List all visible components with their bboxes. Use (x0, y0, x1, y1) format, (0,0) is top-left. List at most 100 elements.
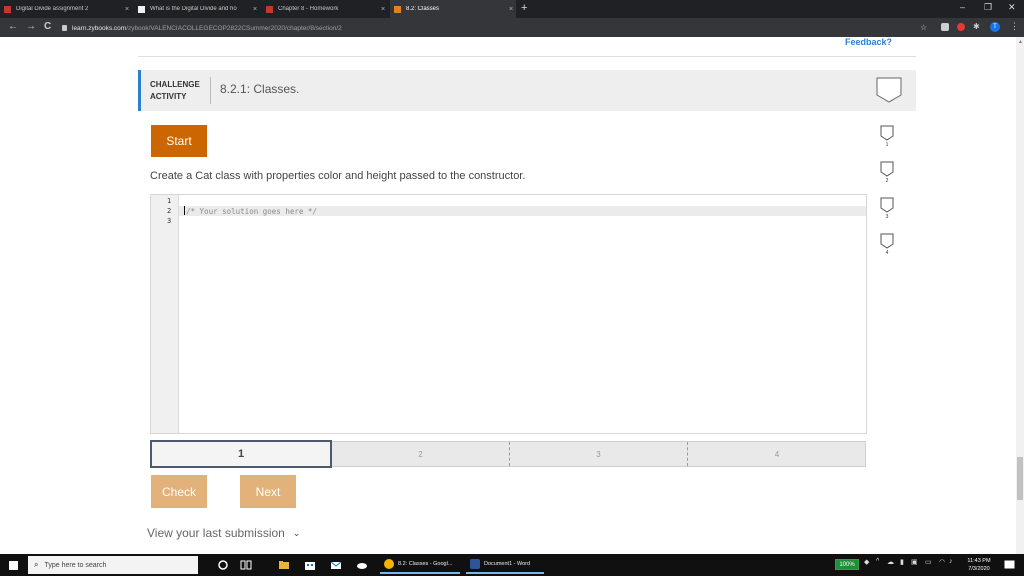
tab-what-is-digital-divide[interactable]: What is the Digital Divide and ho × (134, 0, 260, 18)
cortana-icon[interactable] (217, 559, 229, 571)
battery-icon[interactable]: ▮ (900, 558, 904, 566)
last-submission-label: View your last submission (147, 526, 285, 540)
taskbar-app-label: Document1 - Word (484, 561, 531, 567)
divider (138, 56, 916, 57)
back-button[interactable]: ← (8, 21, 18, 32)
tab-chapter-8-homework[interactable]: Chapter 8 - Homework × (262, 0, 388, 18)
zybooks-favicon-icon (266, 5, 273, 13)
level-progress-bar: 1 2 3 4 (150, 440, 866, 468)
close-tab-icon[interactable]: × (122, 6, 132, 13)
level-badge-icon (880, 125, 894, 141)
level-badge-icon (880, 161, 894, 177)
side-level-number: 4 (885, 250, 889, 256)
side-level-4[interactable]: 4 (877, 232, 897, 262)
tab-digital-divide-assignment[interactable]: Digital Divide assignment 2 × (0, 0, 132, 18)
activity-title: 8.2.1: Classes. (220, 82, 300, 96)
extension-red-icon[interactable] (957, 23, 965, 31)
page-content: Feedback? CHALLENGE ACTIVITY 8.2.1: Clas… (0, 37, 1016, 554)
onedrive-icon[interactable] (356, 559, 368, 571)
forward-button[interactable]: → (26, 21, 36, 32)
code-line[interactable]: /* Your solution goes here */ (186, 207, 317, 216)
windows-start-icon[interactable] (9, 561, 18, 570)
close-window-button[interactable]: ✕ (1008, 2, 1016, 13)
page-scrollbar[interactable]: ▲ (1016, 37, 1024, 554)
wifi-icon[interactable]: ◠ (939, 558, 945, 566)
level-2-segment[interactable]: 2 (332, 442, 510, 466)
url-path: /zybook/VALENCIACOLLEGECOP2822CSummer202… (126, 24, 342, 32)
store-icon[interactable] (304, 559, 316, 571)
task-view-icon[interactable] (240, 559, 252, 571)
side-level-number: 3 (885, 214, 889, 220)
close-tab-icon[interactable]: × (250, 6, 260, 13)
side-level-number: 1 (885, 142, 889, 148)
windows-taskbar: ⌕ Type here to search 8.2: Classes - Goo… (0, 554, 1024, 576)
word-icon (470, 559, 480, 569)
side-level-number: 2 (885, 178, 889, 184)
minimize-button[interactable]: – (960, 2, 965, 12)
tab-title: 8.2: Classes (406, 6, 440, 12)
challenge-prompt: Create a Cat class with properties color… (150, 170, 526, 182)
check-button[interactable]: Check (151, 475, 207, 508)
next-button[interactable]: Next (240, 475, 296, 508)
show-hidden-icons-chevron-icon[interactable]: ^ (876, 558, 879, 565)
side-level-2[interactable]: 2 (877, 160, 897, 190)
completion-badge-icon (876, 77, 902, 103)
display-icon[interactable]: ▣ (911, 558, 918, 566)
search-icon: ⌕ (34, 560, 39, 569)
new-tab-button[interactable]: + (521, 2, 527, 14)
tab-8-2-classes[interactable]: 8.2: Classes × (390, 0, 516, 18)
clock-time: 11:43 PM (967, 558, 991, 564)
chevron-down-icon: ⌄ (292, 527, 301, 538)
side-level-1[interactable]: 1 (877, 124, 897, 154)
accent-bar (138, 70, 141, 111)
code-editor[interactable]: 1 2 3 /* Your solution goes here */ (150, 194, 867, 434)
level-1-segment[interactable]: 1 (150, 440, 332, 468)
line-number: 3 (167, 217, 172, 225)
line-number: 1 (167, 197, 172, 205)
volume-icon[interactable]: ♪ (949, 558, 953, 565)
browser-menu-icon[interactable]: ⋮ (1010, 21, 1019, 32)
clock-date: 7/3/2020 (968, 566, 990, 572)
tab-title: Chapter 8 - Homework (278, 6, 339, 12)
line-number-gutter: 1 2 3 (151, 195, 179, 433)
keyboard-icon[interactable]: ▭ (925, 558, 932, 566)
tray-app-icon[interactable]: ◆ (864, 558, 869, 566)
profile-avatar[interactable]: T (990, 22, 1000, 32)
zybooks-favicon-icon (4, 5, 11, 13)
text-cursor (184, 206, 185, 215)
url-host: learn.zybooks.com (72, 24, 127, 32)
mail-icon[interactable] (330, 559, 342, 571)
scroll-up-icon[interactable]: ▲ (1018, 39, 1023, 45)
restore-button[interactable]: ❐ (984, 2, 992, 13)
level-badge-icon (880, 233, 894, 249)
feedback-link[interactable]: Feedback? (845, 37, 892, 47)
taskbar-search-box[interactable]: ⌕ Type here to search (28, 556, 198, 574)
start-button[interactable]: Start (151, 125, 207, 157)
level-3-segment[interactable]: 3 (510, 442, 688, 466)
scrollbar-thumb[interactable] (1017, 457, 1023, 500)
side-level-3[interactable]: 3 (877, 196, 897, 226)
close-tab-icon[interactable]: × (506, 6, 516, 13)
taskbar-app-chrome[interactable]: 8.2: Classes - Googl... (380, 556, 460, 574)
line-number: 2 (167, 207, 172, 215)
extension-icon[interactable] (941, 23, 949, 31)
view-last-submission-toggle[interactable]: View your last submission ⌄ (147, 526, 300, 540)
extensions-puzzle-icon[interactable]: ✱ (973, 22, 980, 31)
challenge-header: CHALLENGE ACTIVITY 8.2.1: Classes. (138, 70, 916, 111)
browser-toolbar: ← → C learn.zybooks.com /zybook/VALENCIA… (0, 18, 1024, 37)
taskbar-app-word[interactable]: Document1 - Word (466, 556, 544, 574)
address-bar[interactable]: learn.zybooks.com /zybook/VALENCIACOLLEG… (62, 22, 922, 34)
bookmark-star-icon[interactable]: ☆ (920, 23, 927, 32)
battery-indicator[interactable]: 100% (835, 559, 859, 570)
cloud-icon[interactable]: ☁ (887, 558, 894, 566)
notifications-icon[interactable] (1004, 560, 1015, 570)
system-clock[interactable]: 11:43 PM 7/3/2020 (960, 557, 998, 573)
reload-button[interactable]: C (44, 21, 51, 32)
chrome-icon (384, 559, 394, 569)
zybooks-favicon-icon (394, 5, 401, 13)
close-tab-icon[interactable]: × (378, 6, 388, 13)
level-4-segment[interactable]: 4 (688, 442, 866, 466)
tab-title: What is the Digital Divide and ho (150, 6, 237, 12)
level-badge-icon (880, 197, 894, 213)
file-explorer-icon[interactable] (278, 559, 290, 571)
